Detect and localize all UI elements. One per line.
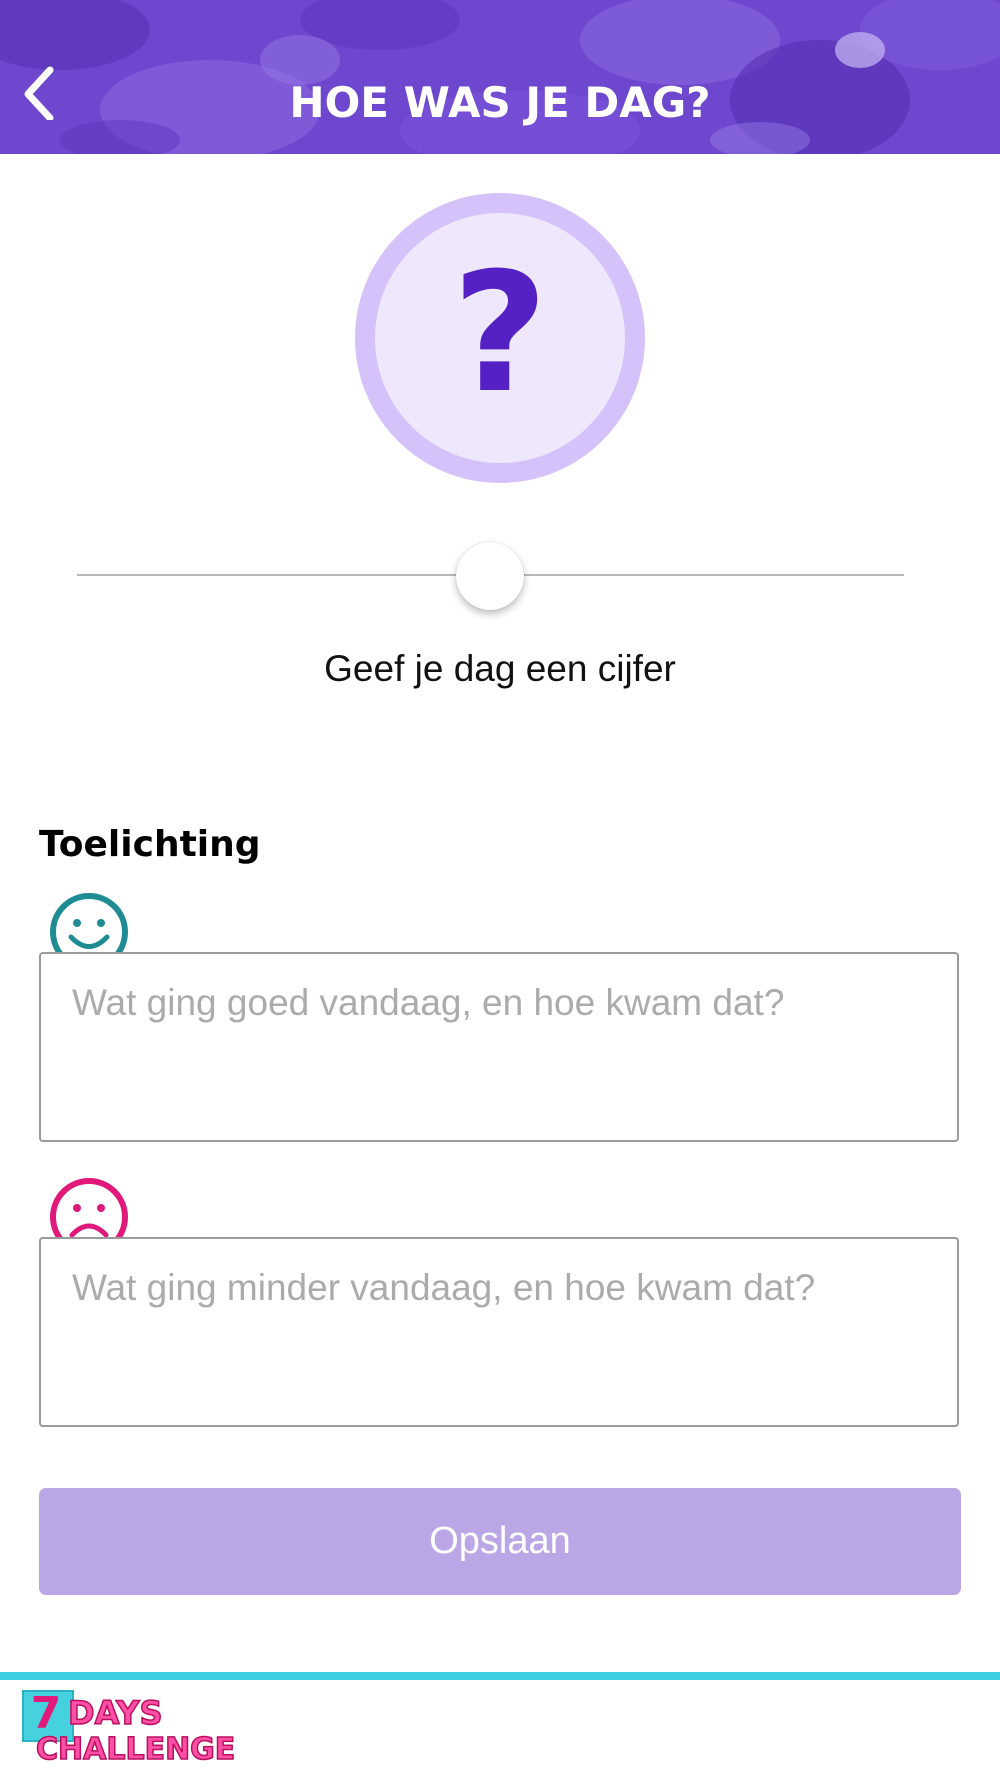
footer-divider [0,1672,1000,1680]
save-button[interactable]: Opslaan [39,1488,961,1595]
logo-challenge-text: CHALLENGE [35,1731,236,1768]
page-title: HOE WAS JE DAG? [289,78,711,127]
rating-slider[interactable] [77,540,904,610]
slider-thumb[interactable] [456,542,524,610]
logo-days-text: DAYS [67,1693,163,1733]
mood-indicator-inner: ? [375,213,625,463]
page: HOE WAS JE DAG? ? Geef je dag een cijfer… [0,0,1000,1778]
negative-notes-field[interactable] [39,1237,959,1427]
header: HOE WAS JE DAG? [0,0,1000,154]
mood-indicator: ? [355,193,645,483]
app-logo: 7 DAYS CHALLENGE [20,1688,260,1774]
header-background-image [0,0,1000,154]
question-mark-icon: ? [452,237,548,429]
positive-notes-field[interactable] [39,952,959,1142]
section-title: Toelichting [39,824,261,865]
rating-label: Geef je dag een cijfer [324,648,676,689]
